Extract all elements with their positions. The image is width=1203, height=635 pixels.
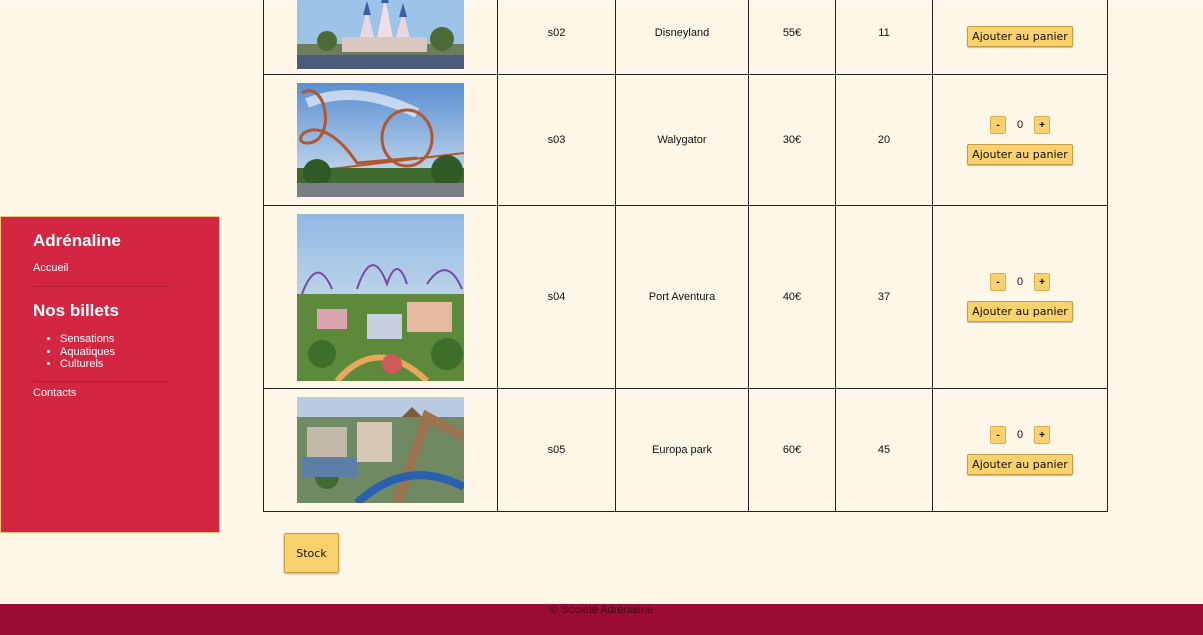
image-cell	[263, 205, 498, 389]
nav-link-contacts[interactable]: Contacts	[33, 387, 76, 399]
image-cell	[263, 388, 498, 512]
port-aventura-photo	[297, 213, 464, 381]
name-cell: Walygator	[615, 74, 749, 206]
image-cell	[263, 74, 498, 206]
europa-park-photo	[297, 397, 464, 503]
add-to-cart-button[interactable]: Ajouter au panier	[967, 26, 1073, 47]
price-cell: 60€	[748, 388, 836, 512]
increment-button[interactable]: +	[1034, 425, 1050, 444]
stock-cell: 20	[835, 74, 933, 206]
nav-link-aquatiques[interactable]: Aquatiques	[60, 346, 115, 359]
quantity-stepper: - 0 +	[933, 115, 1107, 134]
ref-cell: s03	[497, 74, 616, 206]
stock-cell: 11	[835, 0, 933, 75]
category-list: Sensations Aquatiques Culturels	[33, 333, 115, 371]
name-cell: Disneyland	[615, 0, 749, 75]
quantity-stepper: - 0 +	[933, 425, 1107, 444]
add-to-cart-button[interactable]: Ajouter au panier	[967, 300, 1073, 322]
quantity-value: 0	[1016, 118, 1024, 131]
brand-title: Adrénaline	[33, 231, 121, 250]
nav-link-culturels[interactable]: Culturels	[60, 358, 115, 371]
price-cell: 40€	[748, 205, 836, 389]
action-cell: - 0 + Ajouter au panier	[932, 388, 1108, 512]
table-row: s04 Port Aventura 40€ 37 - 0 + Ajouter a…	[263, 205, 1108, 389]
section-title: Nos billets	[33, 301, 119, 320]
table-row: s05 Europa park 60€ 45 - 0 + Ajouter au …	[263, 388, 1108, 512]
decrement-button[interactable]: -	[990, 115, 1006, 134]
name-cell: Port Aventura	[615, 205, 749, 389]
image-cell	[263, 0, 498, 75]
disneyland-photo	[297, 0, 464, 69]
ref-cell: s05	[497, 388, 616, 512]
sidebar: Adrénaline Accueil Nos billets Sensation…	[0, 216, 220, 533]
table-row: s02 Disneyland 55€ 11 Ajouter au panier	[263, 0, 1108, 75]
quantity-value: 0	[1016, 428, 1024, 441]
ref-cell: s04	[497, 205, 616, 389]
nav-link-accueil[interactable]: Accueil	[33, 262, 68, 274]
stock-button[interactable]: Stock	[284, 533, 339, 573]
ref-cell: s02	[497, 0, 616, 75]
action-cell: - 0 + Ajouter au panier	[932, 74, 1108, 206]
stock-cell: 37	[835, 205, 933, 389]
divider	[33, 286, 168, 287]
divider	[33, 381, 168, 382]
table-row: s03 Walygator 30€ 20 - 0 + Ajouter au pa…	[263, 74, 1108, 206]
tickets-table: s02 Disneyland 55€ 11 Ajouter au panier	[263, 0, 1108, 512]
walygator-photo	[297, 83, 464, 197]
stock-cell: 45	[835, 388, 933, 512]
quantity-value: 0	[1016, 275, 1024, 288]
add-to-cart-button[interactable]: Ajouter au panier	[967, 143, 1073, 165]
nav-link-sensations[interactable]: Sensations	[60, 333, 115, 346]
increment-button[interactable]: +	[1034, 115, 1050, 134]
quantity-stepper: - 0 +	[933, 272, 1107, 291]
price-cell: 55€	[748, 0, 836, 75]
decrement-button[interactable]: -	[990, 272, 1006, 291]
footer: © Société Adrénaline	[0, 604, 1203, 635]
footer-copyright: © Société Adrénaline	[550, 604, 653, 616]
increment-button[interactable]: +	[1034, 272, 1050, 291]
name-cell: Europa park	[615, 388, 749, 512]
add-to-cart-button[interactable]: Ajouter au panier	[967, 453, 1073, 475]
action-cell: - 0 + Ajouter au panier	[932, 205, 1108, 389]
action-cell: Ajouter au panier	[932, 0, 1108, 75]
price-cell: 30€	[748, 74, 836, 206]
decrement-button[interactable]: -	[990, 425, 1006, 444]
